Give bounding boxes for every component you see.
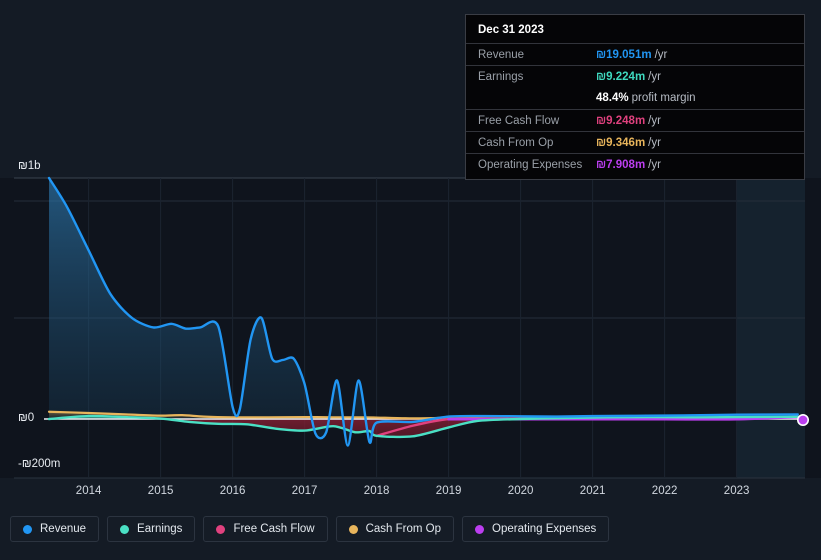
tooltip-row: Cash From Op ₪9.346m/yr [466, 131, 804, 153]
tooltip-row: Free Cash Flow ₪9.248m/yr [466, 109, 804, 131]
legend-item-earnings[interactable]: Earnings [107, 516, 196, 542]
tooltip-row: Earnings ₪9.224m/yr [466, 65, 804, 87]
tooltip-margin-label: profit margin [631, 92, 696, 104]
tooltip-margin-value: 48.4% [596, 92, 629, 104]
legend-item-label: Free Cash Flow [233, 523, 315, 535]
legend-color-swatch-icon [23, 524, 32, 534]
tooltip-row-label: Cash From Op [478, 136, 554, 149]
tooltip-row-unit: /yr [648, 114, 661, 127]
tooltip-row-unit: /yr [648, 70, 661, 83]
legend-color-swatch-icon [216, 524, 226, 534]
legend-item-free-cash-flow[interactable]: Free Cash Flow [203, 516, 328, 542]
series-endpoint-marker [796, 413, 809, 426]
tooltip-row-label: Earnings [478, 70, 524, 83]
legend-color-swatch-icon [120, 524, 130, 534]
tooltip-row-label: Operating Expenses [478, 158, 583, 171]
tooltip-rows: Revenue ₪19.051m/yr Earnings ₪9.224m/yr 48.4… [466, 43, 804, 175]
legend-item-label: Cash From Op [365, 523, 442, 535]
legend-item-cash-from-op[interactable]: Cash From Op [335, 516, 455, 542]
tooltip-row: Operating Expenses ₪7.908m/yr [466, 153, 804, 175]
tooltip-row-label: Free Cash Flow [478, 114, 560, 127]
legend-item-operating-expenses[interactable]: Operating Expenses [462, 516, 610, 542]
legend-item-label: Revenue [40, 523, 87, 535]
legend-item-label: Operating Expenses [492, 523, 597, 535]
tooltip-row-unit: /yr [648, 136, 661, 149]
tooltip-row-unit: /yr [654, 48, 668, 61]
tooltip-row-label: Revenue [478, 48, 525, 61]
legend-color-swatch-icon [475, 524, 485, 534]
tooltip-row-value: ₪9.224m/yr [596, 70, 661, 83]
tooltip-row-value: ₪9.346m/yr [596, 136, 661, 149]
tooltip-row: Revenue ₪19.051m/yr [466, 43, 804, 65]
tooltip-profit-margin-row: 48.4% profit margin [466, 87, 804, 109]
legend-color-swatch-icon [348, 524, 358, 534]
tooltip-row-unit: /yr [648, 158, 661, 171]
tooltip-row-value: ₪9.248m/yr [596, 114, 661, 127]
legend-item-revenue[interactable]: Revenue [10, 516, 100, 542]
legend-item-label: Earnings [137, 523, 183, 535]
chart-legend[interactable]: Revenue Earnings Free Cash Flow Cash From O… [10, 516, 610, 542]
tooltip-row-value: ₪7.908m/yr [596, 158, 661, 171]
data-tooltip: Dec 31 2023 Revenue ₪19.051m/yr Earnings ₪9… [465, 14, 805, 180]
tooltip-row-value: ₪19.051m/yr [596, 48, 668, 61]
tooltip-date: Dec 31 2023 [478, 24, 544, 36]
financial-chart-widget: ₪1b ₪0 -₪200m 2014 2015 2016 2017 2018 2019 2020… [0, 0, 821, 560]
